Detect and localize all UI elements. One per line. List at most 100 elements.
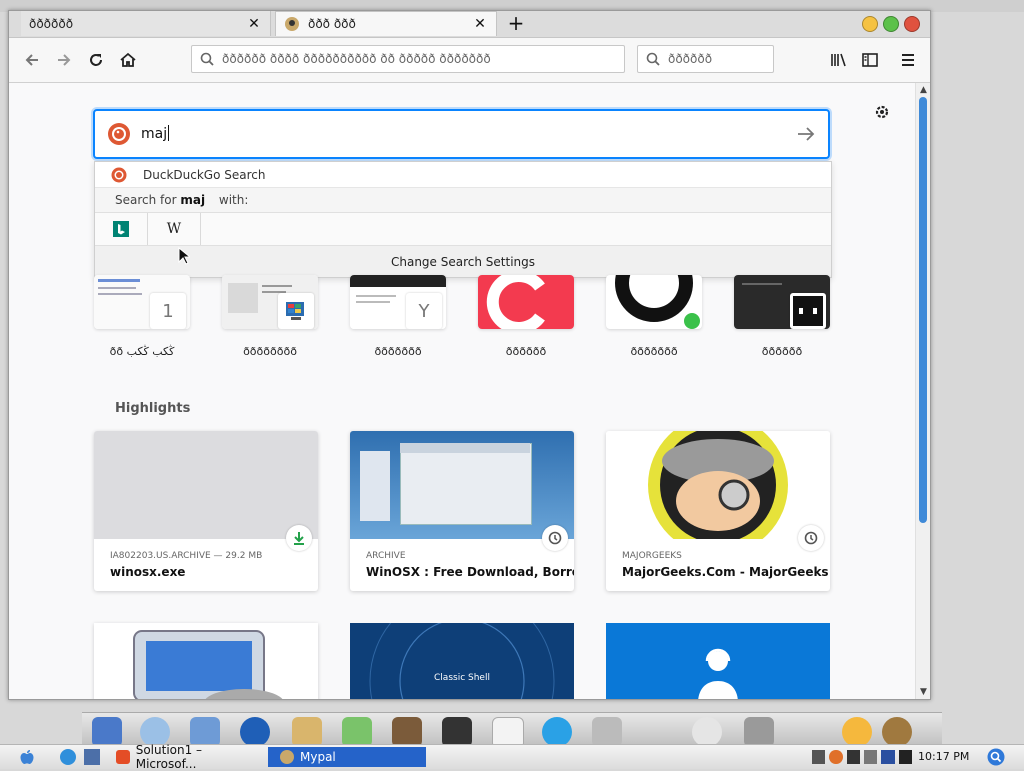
duckduckgo-icon (111, 167, 127, 182)
home-icon (120, 52, 136, 67)
top-site-label: ððððððð (374, 345, 422, 358)
highlight-card[interactable]: IA802203.US.ARCHIVE — 29.2 MB winosx.exe (94, 431, 318, 591)
scroll-down-arrow-icon[interactable]: ▼ (916, 685, 930, 699)
tab-1[interactable]: ðððððð ✕ (21, 11, 271, 36)
forward-arrow-icon (58, 54, 71, 66)
wikipedia-engine-button[interactable]: W (148, 213, 201, 245)
engine-row[interactable]: DuckDuckGo Search (95, 162, 831, 188)
taskbar-item-mypal[interactable]: Mypal (268, 747, 426, 767)
tab-close-icon[interactable]: ✕ (472, 16, 488, 32)
card-caption: Classic Shell (434, 673, 490, 683)
display-icon[interactable] (898, 750, 912, 764)
wikipedia-icon: W (166, 221, 182, 237)
highlight-card[interactable]: ARCHIVE WinOSX : Free Download, Borro... (350, 431, 574, 591)
taskbar-clock[interactable]: 10:17 PM (918, 750, 969, 763)
highlight-card[interactable] (606, 623, 830, 699)
site-badge (278, 293, 314, 329)
new-tab-button[interactable]: + (505, 13, 527, 35)
tab-2-active[interactable]: ððð ððð ✕ (275, 11, 497, 36)
mypal-icon (280, 750, 294, 764)
card-thumbnail (606, 431, 830, 555)
back-arrow-icon (25, 54, 38, 66)
menu-button[interactable] (895, 48, 921, 72)
apple-menu-icon[interactable] (18, 748, 36, 766)
one-off-engines: W (95, 213, 831, 246)
tab-title: ðððððð (29, 16, 74, 31)
reload-icon (90, 54, 102, 66)
search-bar[interactable]: ðððððð (637, 45, 774, 73)
finder-icon[interactable] (92, 717, 122, 747)
top-site-label: ðððððððð (243, 345, 297, 358)
highlight-card[interactable]: Classic Shell (350, 623, 574, 699)
clock-icon (798, 525, 824, 551)
highlight-card[interactable]: MAJORGEEKS MajorGeeks.Com - MajorGeeks (606, 431, 830, 591)
black-square-logo-icon (793, 296, 823, 326)
explorer-icon[interactable] (84, 749, 100, 765)
top-site-tile[interactable] (606, 275, 702, 329)
top-site-tile[interactable] (222, 275, 318, 329)
highlight-card[interactable] (94, 623, 318, 699)
search-suggestions-dropdown: DuckDuckGo Search Search for maj with: W… (94, 161, 832, 278)
window-controls (862, 16, 920, 32)
keyboard-icon[interactable] (812, 750, 826, 764)
photos-icon[interactable] (392, 717, 422, 747)
ie-icon[interactable] (60, 749, 76, 765)
tab-close-icon[interactable]: ✕ (246, 16, 262, 32)
mascot-icon[interactable] (882, 717, 912, 747)
vertical-scrollbar[interactable]: ▲ ▼ (915, 83, 930, 699)
chrome-icon[interactable] (842, 717, 872, 747)
url-bar[interactable]: ðððððð ðððð ðððððððððð ðð ððððð ððððððð (191, 45, 625, 73)
spotlight-search-icon[interactable] (987, 748, 1005, 766)
address-book-icon[interactable] (292, 717, 322, 747)
top-site-tile[interactable]: Y (350, 275, 446, 329)
highlights-heading: Highlights (115, 401, 191, 416)
bing-engine-button[interactable] (95, 213, 148, 245)
language-icon[interactable] (881, 750, 895, 764)
scroll-thumb[interactable] (919, 97, 927, 523)
top-site-tile[interactable] (478, 275, 574, 329)
close-window-button[interactable] (904, 16, 920, 32)
top-site-label: ððððððð (630, 345, 678, 358)
scroll-up-arrow-icon[interactable]: ▲ (916, 83, 930, 97)
maximize-button[interactable] (883, 16, 899, 32)
trash-icon[interactable] (744, 717, 774, 747)
taskbar-item-label: Solution1 – Microsof... (135, 743, 203, 771)
library-icon (831, 53, 846, 67)
site-badge: 1 (150, 293, 186, 329)
clock-icon (542, 525, 568, 551)
application-dock (82, 712, 942, 749)
engine-name: DuckDuckGo Search (143, 167, 266, 182)
card-thumbnail (350, 431, 574, 539)
reload-button[interactable] (83, 48, 109, 72)
volume-icon[interactable] (863, 750, 878, 764)
taskbar-item-solution1[interactable]: Solution1 – Microsof... (116, 743, 264, 771)
search-placeholder: ðððððð (668, 52, 713, 66)
shield-icon[interactable] (846, 750, 860, 764)
change-search-settings-button[interactable]: Change Search Settings (95, 246, 831, 277)
forward-button[interactable] (51, 48, 77, 72)
gear-icon[interactable] (873, 103, 891, 121)
sidebar-icon (862, 53, 878, 67)
sidebar-button[interactable] (857, 48, 883, 72)
mail-icon[interactable] (692, 717, 722, 747)
taskbar: Solution1 – Microsof... Mypal 10:17 PM (0, 743, 1024, 771)
site-logo-icon (615, 275, 702, 329)
movie-icon[interactable] (442, 717, 472, 747)
minimize-button[interactable] (862, 16, 878, 32)
go-arrow-icon[interactable] (796, 125, 816, 143)
top-site-label: ðððððð (761, 345, 803, 358)
download-icon (286, 525, 312, 551)
top-site-tile[interactable] (734, 275, 830, 329)
apple-icon[interactable] (592, 717, 622, 747)
home-button[interactable] (115, 48, 141, 72)
search-input[interactable]: maj (93, 109, 830, 159)
library-button[interactable] (825, 48, 851, 72)
site-logo-icon (486, 275, 545, 329)
network-icon[interactable] (829, 750, 843, 764)
card-title: WinOSX : Free Download, Borro... (366, 565, 574, 579)
notes-icon[interactable] (342, 717, 372, 747)
back-button[interactable] (19, 48, 45, 72)
top-site-tile[interactable]: 1 (94, 275, 190, 329)
app-store-icon[interactable] (542, 717, 572, 747)
hamburger-menu-icon (902, 54, 914, 66)
